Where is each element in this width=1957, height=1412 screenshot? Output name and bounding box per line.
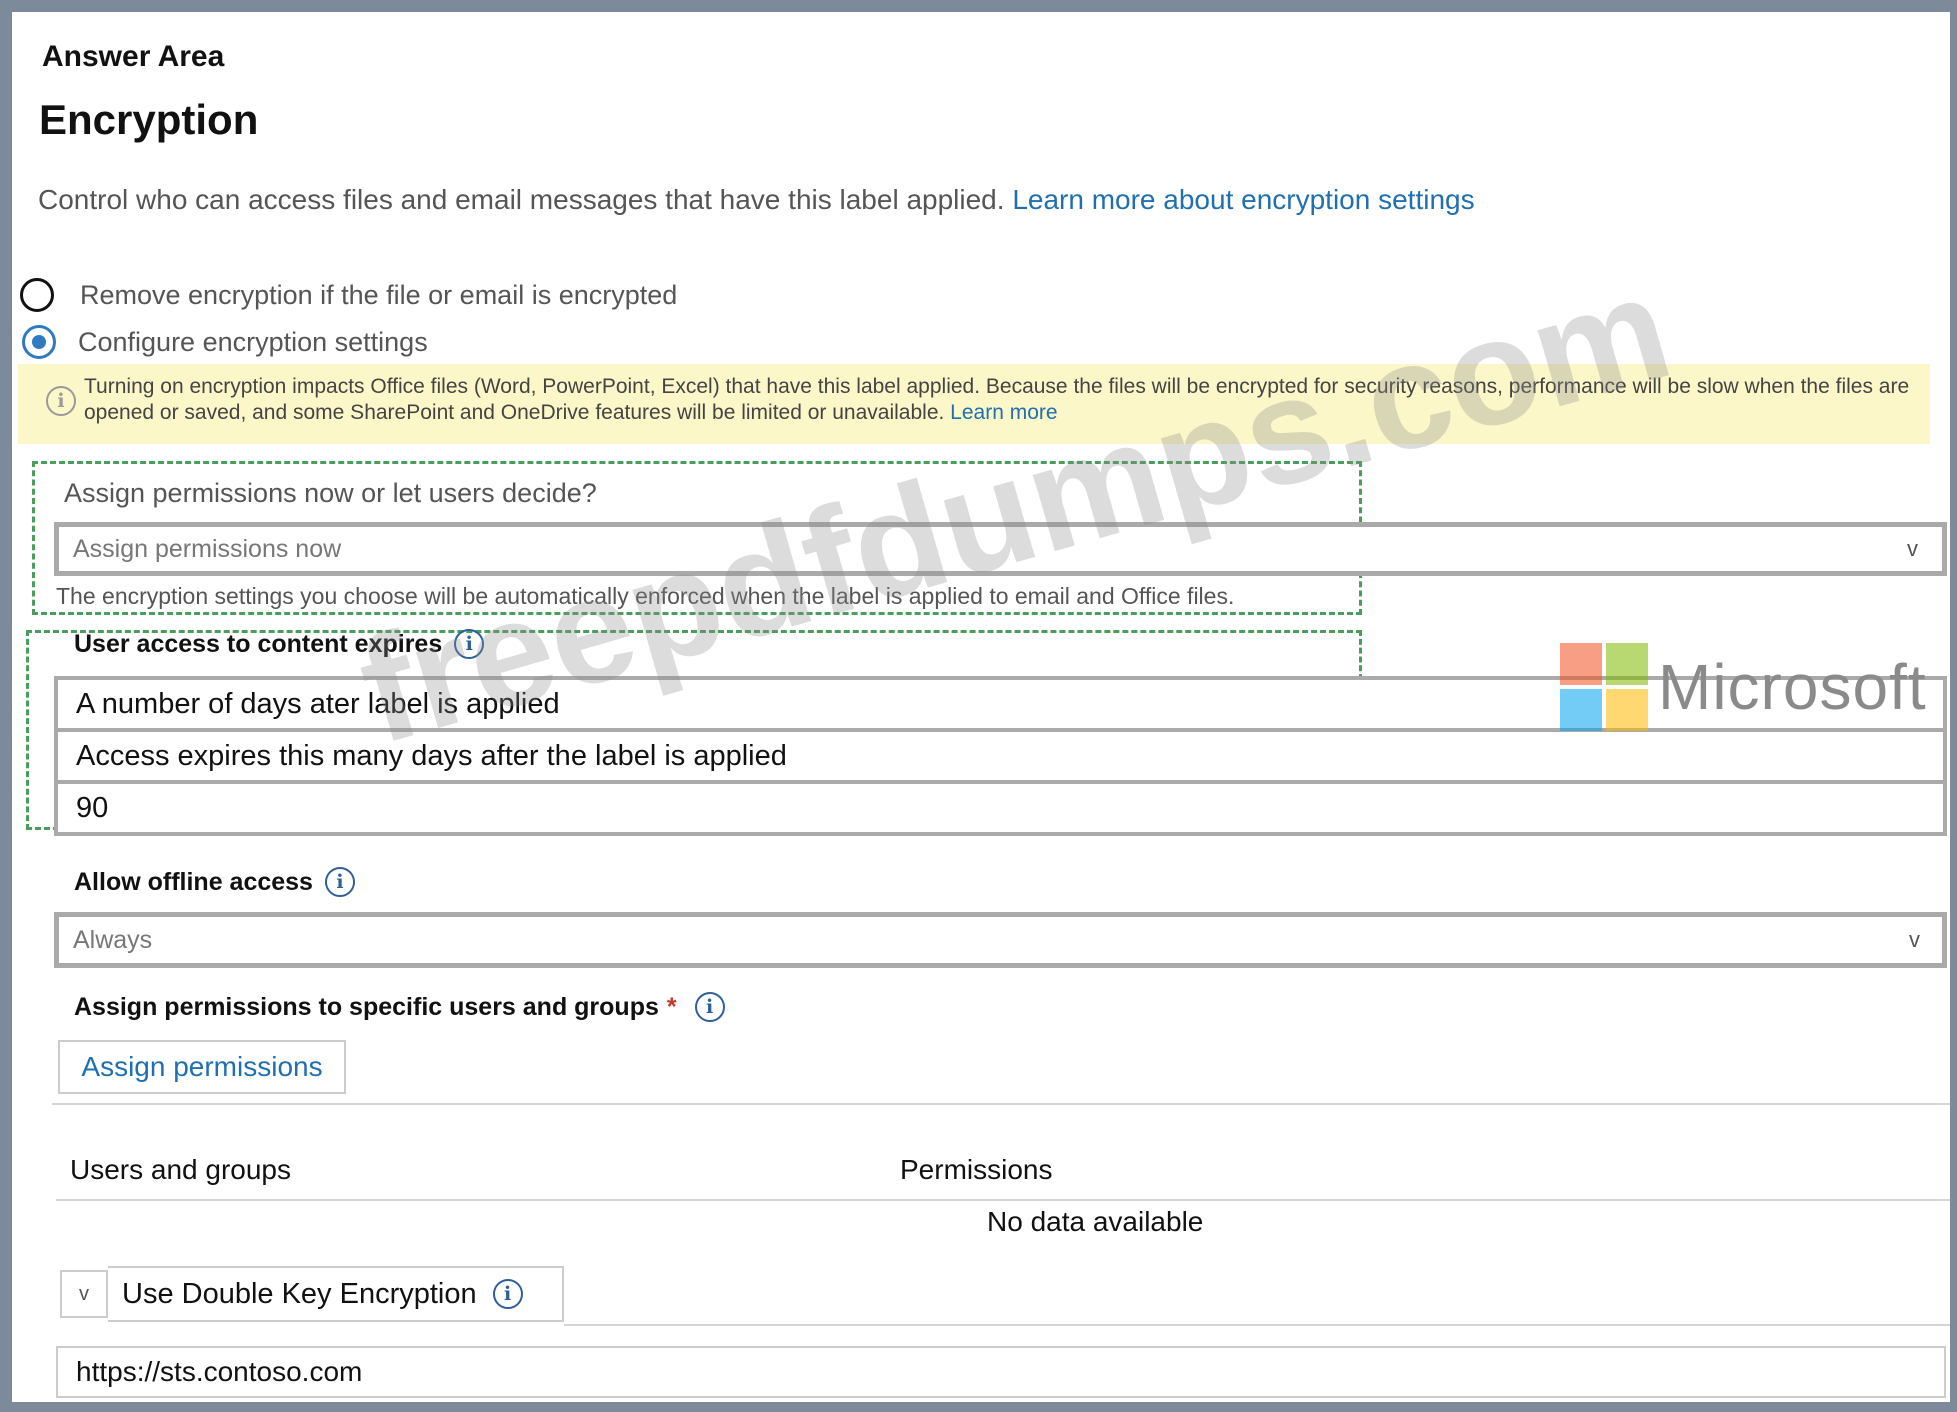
expiry-days-value: 90	[76, 791, 109, 824]
expiry-days-input[interactable]: 90	[54, 780, 1947, 836]
assign-mode-question: Assign permissions now or let users deci…	[64, 478, 597, 508]
divider	[52, 1103, 1950, 1105]
double-key-label-text: Use Double Key Encryption	[122, 1277, 477, 1310]
double-key-toggle[interactable]: v	[60, 1270, 108, 1318]
chevron-down-icon: v	[79, 1282, 89, 1305]
logo-square-blue	[1560, 689, 1602, 731]
info-icon[interactable]: i	[694, 992, 725, 1022]
assign-permissions-button-label: Assign permissions	[81, 1051, 323, 1082]
remove-encryption-radio[interactable]	[20, 278, 54, 312]
assign-permissions-label-text: Assign permissions to specific users and…	[74, 992, 659, 1021]
column-header-users-groups[interactable]: Users and groups	[70, 1154, 291, 1186]
assign-mode-selected: Assign permissions now	[73, 534, 342, 563]
divider	[564, 1324, 1950, 1326]
assign-permissions-label: Assign permissions to specific users and…	[74, 987, 725, 1027]
microsoft-logo: Microsoft	[1560, 643, 1927, 731]
logo-square-yellow	[1606, 689, 1648, 731]
offline-access-label: Allow offline access i	[74, 862, 355, 902]
microsoft-wordmark: Microsoft	[1658, 651, 1927, 723]
description-text: Control who can access files and email m…	[38, 184, 1013, 215]
remove-encryption-option[interactable]: Remove encryption if the file or email i…	[18, 278, 677, 312]
configure-encryption-radio[interactable]	[22, 325, 56, 359]
configure-encryption-option[interactable]: Configure encryption settings	[18, 325, 428, 359]
learn-more-encryption-link[interactable]: Learn more about encryption settings	[1012, 184, 1474, 215]
page-title: Encryption	[39, 96, 259, 143]
double-key-label: Use Double Key Encryption i	[122, 1274, 523, 1314]
logo-square-red	[1560, 643, 1602, 685]
column-header-permissions[interactable]: Permissions	[900, 1154, 1052, 1186]
offline-access-label-text: Allow offline access	[74, 867, 313, 896]
double-key-url-value: https://sts.contoso.com	[76, 1356, 363, 1387]
info-icon[interactable]: i	[324, 867, 355, 897]
configure-encryption-label: Configure encryption settings	[78, 326, 428, 357]
logo-square-green	[1606, 643, 1648, 685]
offline-access-dropdown[interactable]: Always v	[54, 912, 1947, 968]
page-description: Control who can access files and email m…	[38, 184, 1475, 216]
offline-access-selected: Always	[73, 925, 153, 954]
double-key-url-input[interactable]: https://sts.contoso.com	[56, 1346, 1946, 1398]
assign-permissions-button[interactable]: Assign permissions	[58, 1040, 346, 1094]
table-header-divider	[56, 1199, 1950, 1201]
remove-encryption-label: Remove encryption if the file or email i…	[80, 279, 678, 310]
expiry-description-field[interactable]: Access expires this many days after the …	[54, 728, 1947, 784]
info-icon[interactable]: i	[492, 1279, 523, 1309]
empty-table-message: No data available	[987, 1206, 1204, 1237]
chevron-down-icon: v	[1909, 927, 1920, 952]
answer-area-heading: Answer Area	[42, 40, 225, 73]
chevron-down-icon: v	[1907, 536, 1918, 561]
microsoft-logo-icon	[1560, 643, 1648, 731]
answer-area-panel: Answer Area Encryption Control who can a…	[12, 12, 1950, 1402]
info-icon: i	[46, 386, 76, 416]
required-marker: *	[666, 992, 677, 1021]
